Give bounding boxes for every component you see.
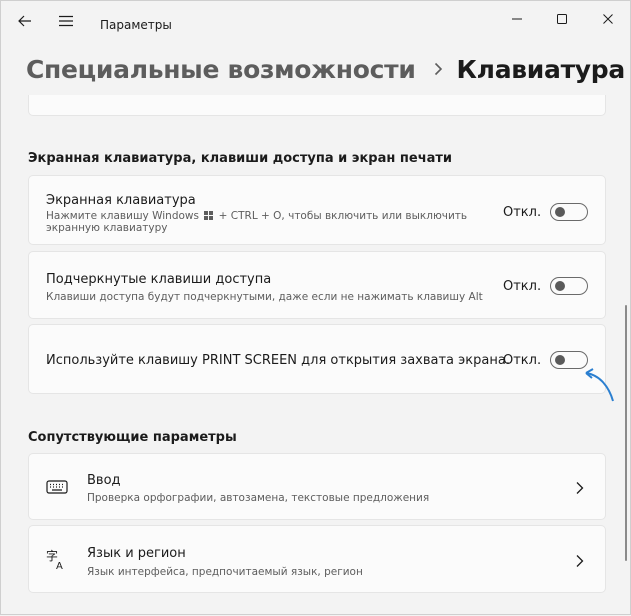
desc-part: + CTRL + O, чтобы включить или выключить [218,210,468,222]
hamburger-icon [59,15,73,27]
desc-part: Нажмите клавишу Windows [46,210,199,222]
section-title-related: Сопутствующие параметры [28,430,237,445]
menu-button[interactable] [54,9,78,33]
settings-content: Экранная клавиатура, клавиши доступа и э… [1,95,621,616]
related-title: Язык и регион [87,546,186,561]
title-bar: Параметры [1,1,630,41]
close-icon [603,14,613,24]
minimize-button[interactable] [503,7,531,31]
toggle-state-label: Откл. [503,279,542,294]
related-title: Ввод [87,473,121,488]
chevron-right-icon [576,482,584,494]
related-language-region[interactable]: 字 A Язык и регион Язык интерфейса, предп… [28,525,606,593]
maximize-icon [557,14,567,24]
toggle-knob [555,355,565,365]
onscreen-keyboard-toggle[interactable] [550,203,588,221]
chevron-right-icon [576,555,584,567]
setting-description: Нажмите клавишу Windows + CTRL + O, чтоб… [46,210,486,234]
scrollbar-thumb[interactable] [625,305,627,561]
settings-window: Параметры Специальные возможности Клавиа… [0,0,631,615]
related-description: Проверка орфографии, автозамена, текстов… [87,492,430,504]
back-button[interactable] [13,9,37,33]
setting-description: Клавиши доступа будут подчеркнутыми, даж… [46,291,483,303]
breadcrumb-chevron-icon [434,62,443,76]
setting-underline-access-keys: Подчеркнутые клавиши доступа Клавиши дос… [28,251,606,319]
section-title-keyboard: Экранная клавиатура, клавиши доступа и э… [28,151,453,166]
windows-logo-icon [204,211,214,220]
setting-print-screen: Используйте клавишу PRINT SCREEN для отк… [28,324,606,394]
svg-text:A: A [56,561,63,570]
toggle-state-label: Откл. [503,353,542,368]
related-typing[interactable]: Ввод Проверка орфографии, автозамена, те… [28,453,606,520]
language-icon: 字 A [46,548,63,570]
keyboard-icon [46,480,68,494]
setting-title: Подчеркнутые клавиши доступа [46,272,272,287]
toggle-knob [555,207,565,217]
related-description: Язык интерфейса, предпочитаемый язык, ре… [87,566,363,578]
toggle-knob [555,281,565,291]
desc-part: экранную клавиатуру [46,222,168,234]
close-button[interactable] [594,7,622,31]
page-title: Клавиатура [456,54,626,84]
setting-title: Экранная клавиатура [46,193,196,208]
back-arrow-icon [18,15,31,27]
breadcrumb-parent[interactable]: Специальные возможности [26,55,416,84]
previous-card [28,95,606,116]
maximize-button[interactable] [548,7,576,31]
setting-title: Используйте клавишу PRINT SCREEN для отк… [46,353,510,368]
setting-onscreen-keyboard: Экранная клавиатура Нажмите клавишу Wind… [28,175,606,245]
app-title: Параметры [100,18,172,32]
minimize-icon [512,18,522,20]
annotation-arrow-icon [585,368,614,402]
toggle-state-label: Откл. [503,205,542,220]
breadcrumb: Специальные возможности Клавиатура [26,49,625,89]
underline-access-keys-toggle[interactable] [550,277,588,295]
